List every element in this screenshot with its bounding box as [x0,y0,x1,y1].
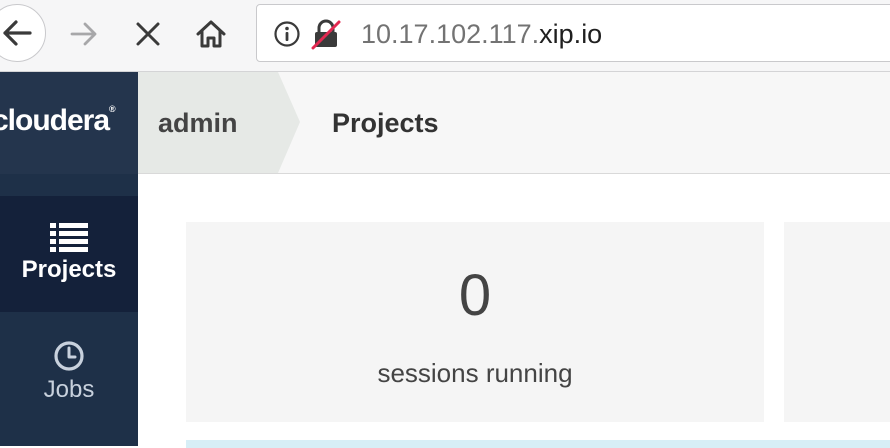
list-icon [50,223,88,252]
close-icon [136,22,160,46]
brand-header[interactable]: cloudera® [0,72,138,174]
clock-icon [54,341,84,371]
sessions-running-card: 0 sessions running [186,222,764,422]
address-bar[interactable]: 10.17.102.117.xip.io [256,4,890,62]
sessions-running-count: 0 [458,263,492,328]
breadcrumb-item-admin[interactable]: admin [138,72,300,173]
main-content: 0 sessions running [138,174,890,448]
breadcrumb: admin Projects [138,72,890,174]
arrow-right-icon [70,22,97,46]
cloudera-logo[interactable]: cloudera® [0,104,116,138]
sidebar-item-projects[interactable]: Projects [0,196,138,312]
forward-button[interactable] [64,14,104,54]
info-banner [186,440,890,448]
page-title: Projects [332,108,439,138]
url-text[interactable]: 10.17.102.117.xip.io [361,19,602,49]
browser-toolbar: 10.17.102.117.xip.io [0,0,890,72]
sessions-running-label: sessions running [377,358,573,388]
url-host-prefix: 10.17.102.117. [361,19,540,49]
insecure-lock-icon[interactable] [311,18,341,50]
arrow-left-icon [3,20,32,46]
sidebar: cloudera® Projects Jobs [0,72,138,446]
sidebar-item-label: Projects [21,256,117,283]
url-domain: xip.io [539,19,603,49]
sidebar-item-jobs[interactable]: Jobs [0,312,138,428]
sidebar-item-label: Jobs [43,376,95,403]
stat-card-partial [784,222,890,422]
info-icon[interactable] [273,20,301,48]
brand-name: cloudera [0,104,110,137]
breadcrumb-parent-label: admin [158,108,238,138]
home-button[interactable] [190,14,232,54]
home-icon [196,20,226,48]
back-button[interactable] [0,4,46,62]
stop-loading-button[interactable] [128,14,168,54]
